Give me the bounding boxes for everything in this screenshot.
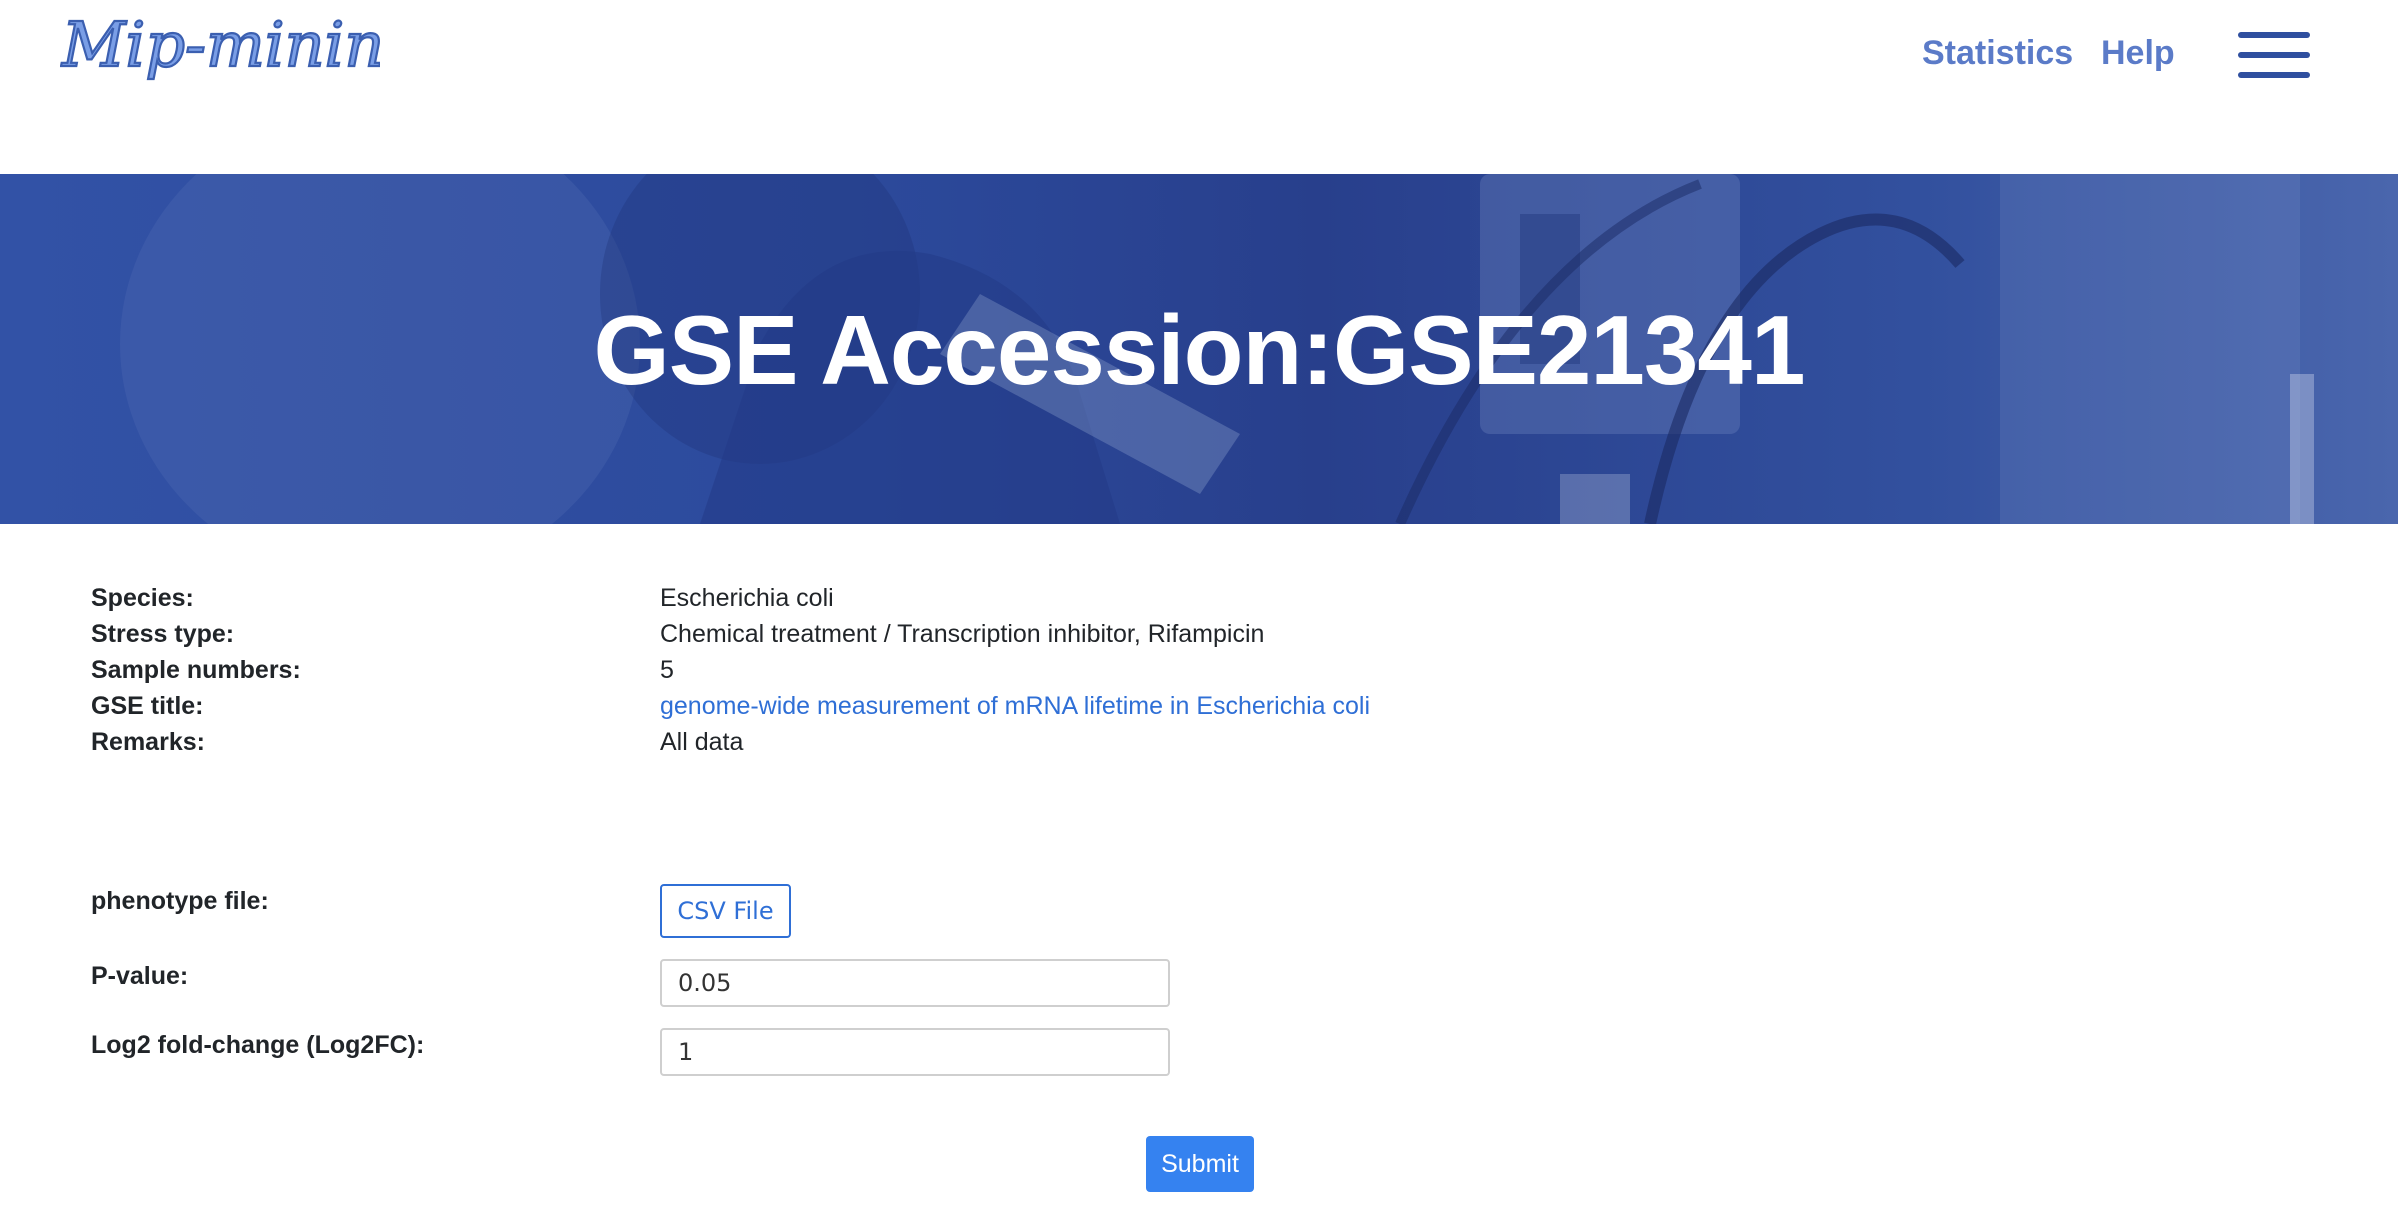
- submit-button[interactable]: Submit: [1146, 1136, 1254, 1192]
- info-label: Stress type:: [91, 620, 235, 648]
- gse-title-link[interactable]: genome-wide measurement of mRNA lifetime…: [660, 692, 1370, 721]
- nav-help-link[interactable]: Help: [2101, 34, 2175, 73]
- menu-icon[interactable]: [2238, 30, 2312, 82]
- csv-file-button[interactable]: CSV File: [660, 884, 791, 938]
- page-title: GSE Accession:GSE21341: [593, 295, 1806, 405]
- p-value-label: P-value:: [91, 962, 189, 990]
- phenotype-file-label: phenotype file:: [91, 887, 269, 915]
- info-label: Remarks:: [91, 728, 205, 756]
- info-value: All data: [660, 728, 744, 756]
- info-row-species: Species: Escherichia coli: [91, 584, 1491, 620]
- info-label: Species:: [91, 584, 194, 612]
- info-value: Escherichia coli: [660, 584, 834, 612]
- log2fc-input[interactable]: [660, 1028, 1170, 1076]
- p-value-input[interactable]: [660, 959, 1170, 1007]
- hero-banner: GSE Accession:GSE21341: [0, 174, 2398, 524]
- logo-image: Mip-mining: [60, 7, 425, 82]
- navbar: Mip-mining Statistics Help: [0, 0, 2398, 174]
- info-value: 5: [660, 656, 674, 684]
- info-row-stress-type: Stress type: Chemical treatment / Transc…: [91, 620, 1491, 656]
- info-value: Chemical treatment / Transcription inhib…: [660, 620, 1265, 648]
- menu-icon-bar: [2238, 72, 2310, 78]
- info-row-remarks: Remarks: All data: [91, 728, 1491, 764]
- menu-icon-bar: [2238, 32, 2310, 38]
- info-label: Sample numbers:: [91, 656, 301, 684]
- nav-statistics-link[interactable]: Statistics: [1922, 34, 2073, 73]
- logo-wordmark: Mip-mining: [61, 8, 380, 81]
- site-logo[interactable]: Mip-mining: [60, 7, 425, 98]
- info-row-sample-numbers: Sample numbers: 5: [91, 656, 1491, 692]
- log2fc-label: Log2 fold-change (Log2FC):: [91, 1031, 425, 1059]
- menu-icon-bar: [2238, 52, 2310, 58]
- info-row-gse-title: GSE title: genome-wide measurement of mR…: [91, 692, 1491, 728]
- info-label: GSE title:: [91, 692, 204, 720]
